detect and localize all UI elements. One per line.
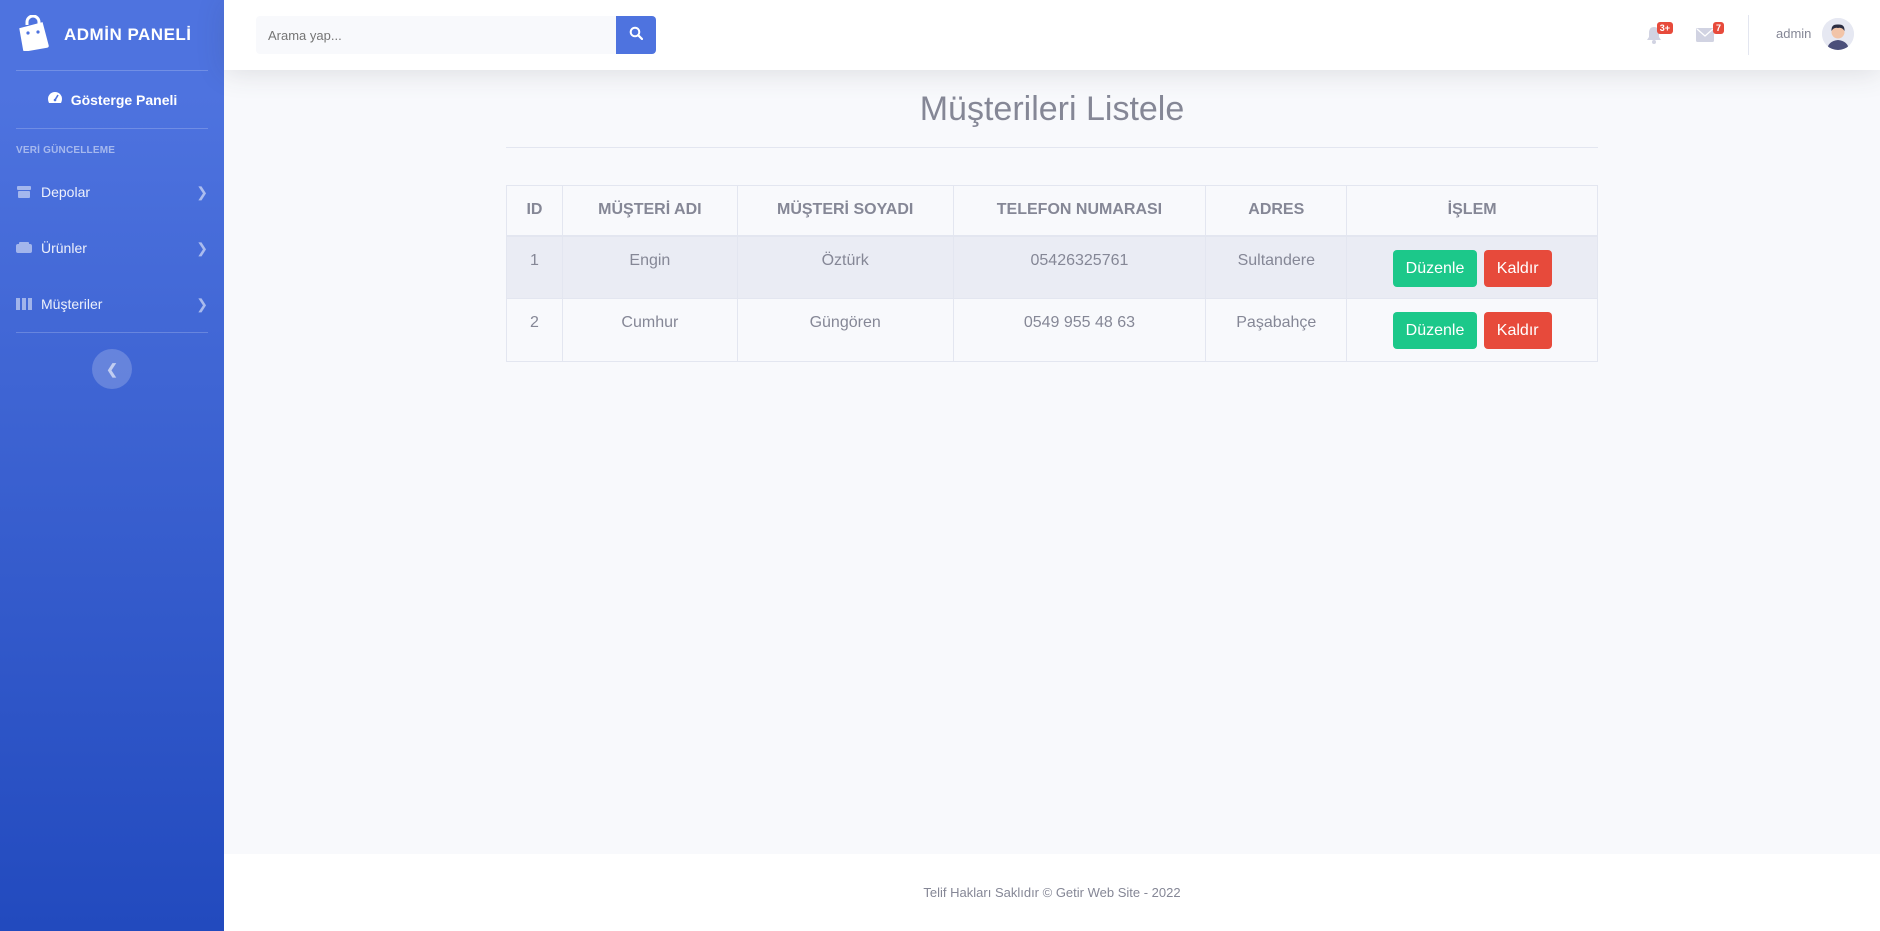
shopping-bag-icon: [16, 14, 50, 56]
column-header-address: ADRES: [1205, 185, 1348, 237]
table-header-row: ID MÜŞTERİ ADI MÜŞTERİ SOYADI TELEFON NU…: [506, 185, 1598, 237]
cell-last-name: Güngören: [736, 298, 954, 362]
customers-icon: [16, 297, 32, 311]
tachometer-icon: [47, 91, 63, 108]
column-header-first-name: MÜŞTERİ ADI: [561, 185, 738, 237]
footer: Telif Hakları Saklıdır © Getir Web Site …: [224, 854, 1880, 931]
page-title: Müşterileri Listele: [919, 90, 1185, 128]
messages-badge: 7: [1712, 22, 1724, 34]
products-icon: [16, 241, 32, 255]
alerts-badge: 3+: [1656, 22, 1673, 34]
alerts-button[interactable]: 3+: [1644, 22, 1673, 46]
column-header-action: İŞLEM: [1346, 185, 1598, 237]
sidebar-item-depolar[interactable]: Depolar ❯: [0, 164, 224, 220]
brand[interactable]: ADMİN PANELİ: [0, 0, 224, 70]
sidebar-item-label: Ürünler: [41, 240, 87, 256]
column-header-last-name: MÜŞTERİ SOYADI: [736, 185, 954, 237]
sidebar: ADMİN PANELİ Gösterge Paneli VERİ GÜNCEL…: [0, 0, 224, 931]
sidebar-item-musteriler[interactable]: Müşteriler ❯: [0, 276, 224, 332]
cell-action: Düzenle Kaldır: [1346, 298, 1598, 362]
sidebar-divider: [16, 332, 208, 333]
messages-button[interactable]: 7: [1695, 22, 1724, 46]
sidebar-item-label: Gösterge Paneli: [70, 91, 178, 108]
chevron-right-icon: ❯: [196, 295, 208, 312]
brand-title: ADMİN PANELİ: [64, 25, 192, 44]
column-header-id: ID: [506, 185, 563, 237]
cell-first-name: Engin: [561, 235, 738, 299]
copyright-text: Telif Hakları Saklıdır © Getir Web Site …: [923, 885, 1181, 900]
cell-id: 2: [506, 298, 563, 362]
sidebar-toggle-button[interactable]: ❮: [92, 349, 132, 389]
search-icon: [629, 26, 644, 45]
main-content: Müşterileri Listele ID MÜŞTERİ ADI MÜŞTE…: [224, 70, 1880, 854]
cell-last-name: Öztürk: [736, 235, 954, 299]
sidebar-item-urunler[interactable]: Ürünler ❯: [0, 220, 224, 276]
sidebar-item-dashboard[interactable]: Gösterge Paneli: [0, 71, 224, 128]
topbar: 3+ 7 admin: [224, 0, 1880, 70]
topbar-divider: [1748, 15, 1749, 55]
delete-button[interactable]: Kaldır: [1483, 249, 1552, 287]
sidebar-item-label: Müşteriler: [41, 296, 103, 312]
chevron-left-icon: ❮: [106, 360, 118, 377]
cell-address: Paşabahçe: [1205, 298, 1348, 362]
cell-action: Düzenle Kaldır: [1346, 235, 1598, 299]
table-row: 2 Cumhur Güngören 0549 955 48 63 Paşabah…: [506, 298, 1598, 362]
cell-address: Sultandere: [1205, 235, 1348, 299]
search-button[interactable]: [616, 16, 656, 54]
customers-table: ID MÜŞTERİ ADI MÜŞTERİ SOYADI TELEFON NU…: [506, 185, 1598, 362]
search-form: [256, 16, 656, 54]
chevron-right-icon: ❯: [196, 239, 208, 256]
user-avatar[interactable]: [1822, 18, 1854, 50]
edit-button[interactable]: Düzenle: [1392, 249, 1478, 287]
sidebar-item-label: Depolar: [41, 184, 91, 200]
delete-button[interactable]: Kaldır: [1483, 312, 1552, 349]
table-row: 1 Engin Öztürk 05426325761 Sultandere Dü…: [506, 235, 1598, 299]
warehouse-icon: [16, 185, 32, 199]
title-divider: [506, 147, 1598, 148]
user-name[interactable]: admin: [1776, 26, 1811, 41]
sidebar-heading: VERİ GÜNCELLEME: [16, 145, 116, 156]
edit-button[interactable]: Düzenle: [1392, 312, 1478, 349]
cell-id: 1: [506, 235, 563, 299]
chevron-right-icon: ❯: [196, 183, 208, 200]
cell-phone: 05426325761: [952, 235, 1207, 299]
cell-first-name: Cumhur: [561, 298, 738, 362]
column-header-phone: TELEFON NUMARASI: [952, 185, 1207, 237]
search-input[interactable]: [256, 16, 616, 54]
cell-phone: 0549 955 48 63: [952, 298, 1207, 362]
